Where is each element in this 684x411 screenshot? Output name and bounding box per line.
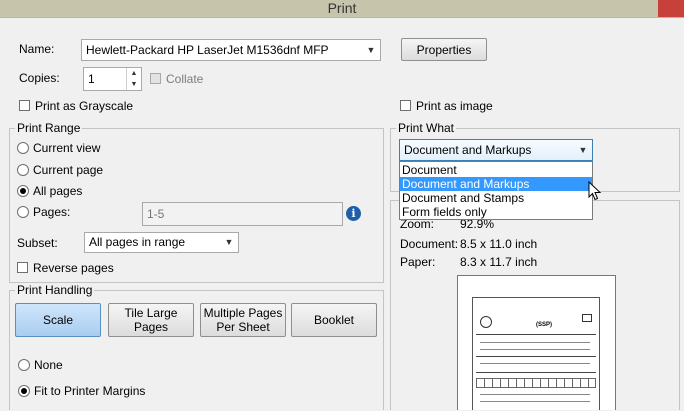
spin-up-icon[interactable]: ▲	[127, 68, 141, 79]
preview-box	[582, 314, 592, 322]
fit-to-printer-margins-label: Fit to Printer Margins	[34, 384, 146, 398]
scale-button[interactable]: Scale	[15, 303, 101, 337]
chevron-down-icon: ▼	[224, 237, 234, 247]
reverse-pages-checkbox[interactable]	[17, 262, 28, 273]
preview-line	[480, 401, 590, 402]
pages-input[interactable]: 1-5	[142, 202, 343, 226]
subset-label: Subset:	[17, 236, 58, 250]
preview-line	[480, 349, 590, 350]
paper-size-label: Paper:	[400, 255, 436, 269]
preview-line	[476, 372, 596, 373]
multiple-pages-per-sheet-button[interactable]: Multiple Pages Per Sheet	[200, 303, 286, 337]
grayscale-label: Print as Grayscale	[35, 99, 134, 113]
copies-label: Copies:	[19, 71, 60, 85]
preview-line	[476, 334, 596, 335]
preview-line	[480, 342, 590, 343]
paper-size-value: 8.3 x 11.7 inch	[460, 255, 538, 269]
reverse-pages-label: Reverse pages	[33, 261, 114, 275]
window-title: Print	[327, 0, 357, 16]
properties-button[interactable]: Properties	[401, 38, 487, 61]
print-as-image-checkbox[interactable]	[400, 100, 411, 111]
document-size-value: 8.5 x 11.0 inch	[460, 237, 538, 251]
document-size-label: Document:	[400, 237, 459, 251]
collate-label: Collate	[166, 72, 204, 86]
print-handling-legend: Print Handling	[15, 283, 95, 297]
print-range-legend: Print Range	[15, 121, 83, 135]
spin-down-icon[interactable]: ▼	[127, 79, 141, 90]
radio-current-view[interactable]	[17, 142, 29, 154]
mouse-cursor-icon	[588, 181, 602, 201]
emblem-icon	[480, 316, 492, 328]
tile-large-pages-button[interactable]: Tile Large Pages	[108, 303, 194, 337]
preview-line	[480, 394, 590, 395]
print-what-legend: Print What	[396, 121, 457, 135]
title-bar: Print	[0, 0, 684, 17]
chevron-down-icon: ▼	[578, 145, 588, 155]
grayscale-checkbox[interactable]	[19, 100, 30, 111]
name-label: Name:	[19, 42, 55, 56]
dropdown-option-form-fields-only[interactable]: Form fields only	[400, 205, 592, 219]
copies-spinner[interactable]: ▲ ▼	[126, 68, 141, 90]
copies-value: 1	[88, 72, 95, 86]
radio-pages[interactable]	[17, 206, 29, 218]
radio-all-pages[interactable]	[17, 185, 29, 197]
dropdown-option-document-and-markups[interactable]: Document and Markups	[400, 177, 592, 191]
booklet-button[interactable]: Booklet	[291, 303, 377, 337]
subset-select-value: All pages in range	[89, 235, 186, 249]
collate-checkbox[interactable]	[150, 73, 161, 84]
dropdown-option-document[interactable]: Document	[400, 163, 592, 177]
print-as-image-label: Print as image	[416, 99, 493, 113]
chevron-down-icon: ▼	[366, 45, 376, 55]
printer-select[interactable]: Hewlett-Packard HP LaserJet M1536dnf MFP…	[81, 39, 381, 61]
close-button[interactable]	[658, 0, 684, 17]
preview-line	[476, 356, 596, 357]
print-what-select[interactable]: Document and Markups ▼	[399, 139, 593, 161]
preview-table	[476, 378, 596, 388]
info-icon[interactable]: i	[346, 206, 361, 221]
dropdown-option-document-and-stamps[interactable]: Document and Stamps	[400, 191, 592, 205]
radio-scale-none[interactable]	[18, 359, 30, 371]
subset-select[interactable]: All pages in range ▼	[84, 232, 239, 253]
all-pages-label: All pages	[33, 184, 83, 198]
print-what-select-value: Document and Markups	[404, 143, 532, 157]
printer-select-value: Hewlett-Packard HP LaserJet M1536dnf MFP	[86, 43, 329, 57]
radio-fit-to-printer-margins[interactable]	[18, 385, 30, 397]
preview-heading: (SSP)	[536, 322, 553, 328]
pages-label: Pages:	[33, 205, 71, 219]
print-what-dropdown: Document Document and Markups Document a…	[399, 161, 593, 220]
current-view-label: Current view	[33, 141, 101, 155]
radio-current-page[interactable]	[17, 164, 29, 176]
current-page-label: Current page	[33, 163, 104, 177]
scale-none-label: None	[34, 358, 63, 372]
preview-line	[480, 363, 590, 364]
pages-input-value: 1-5	[147, 207, 165, 221]
